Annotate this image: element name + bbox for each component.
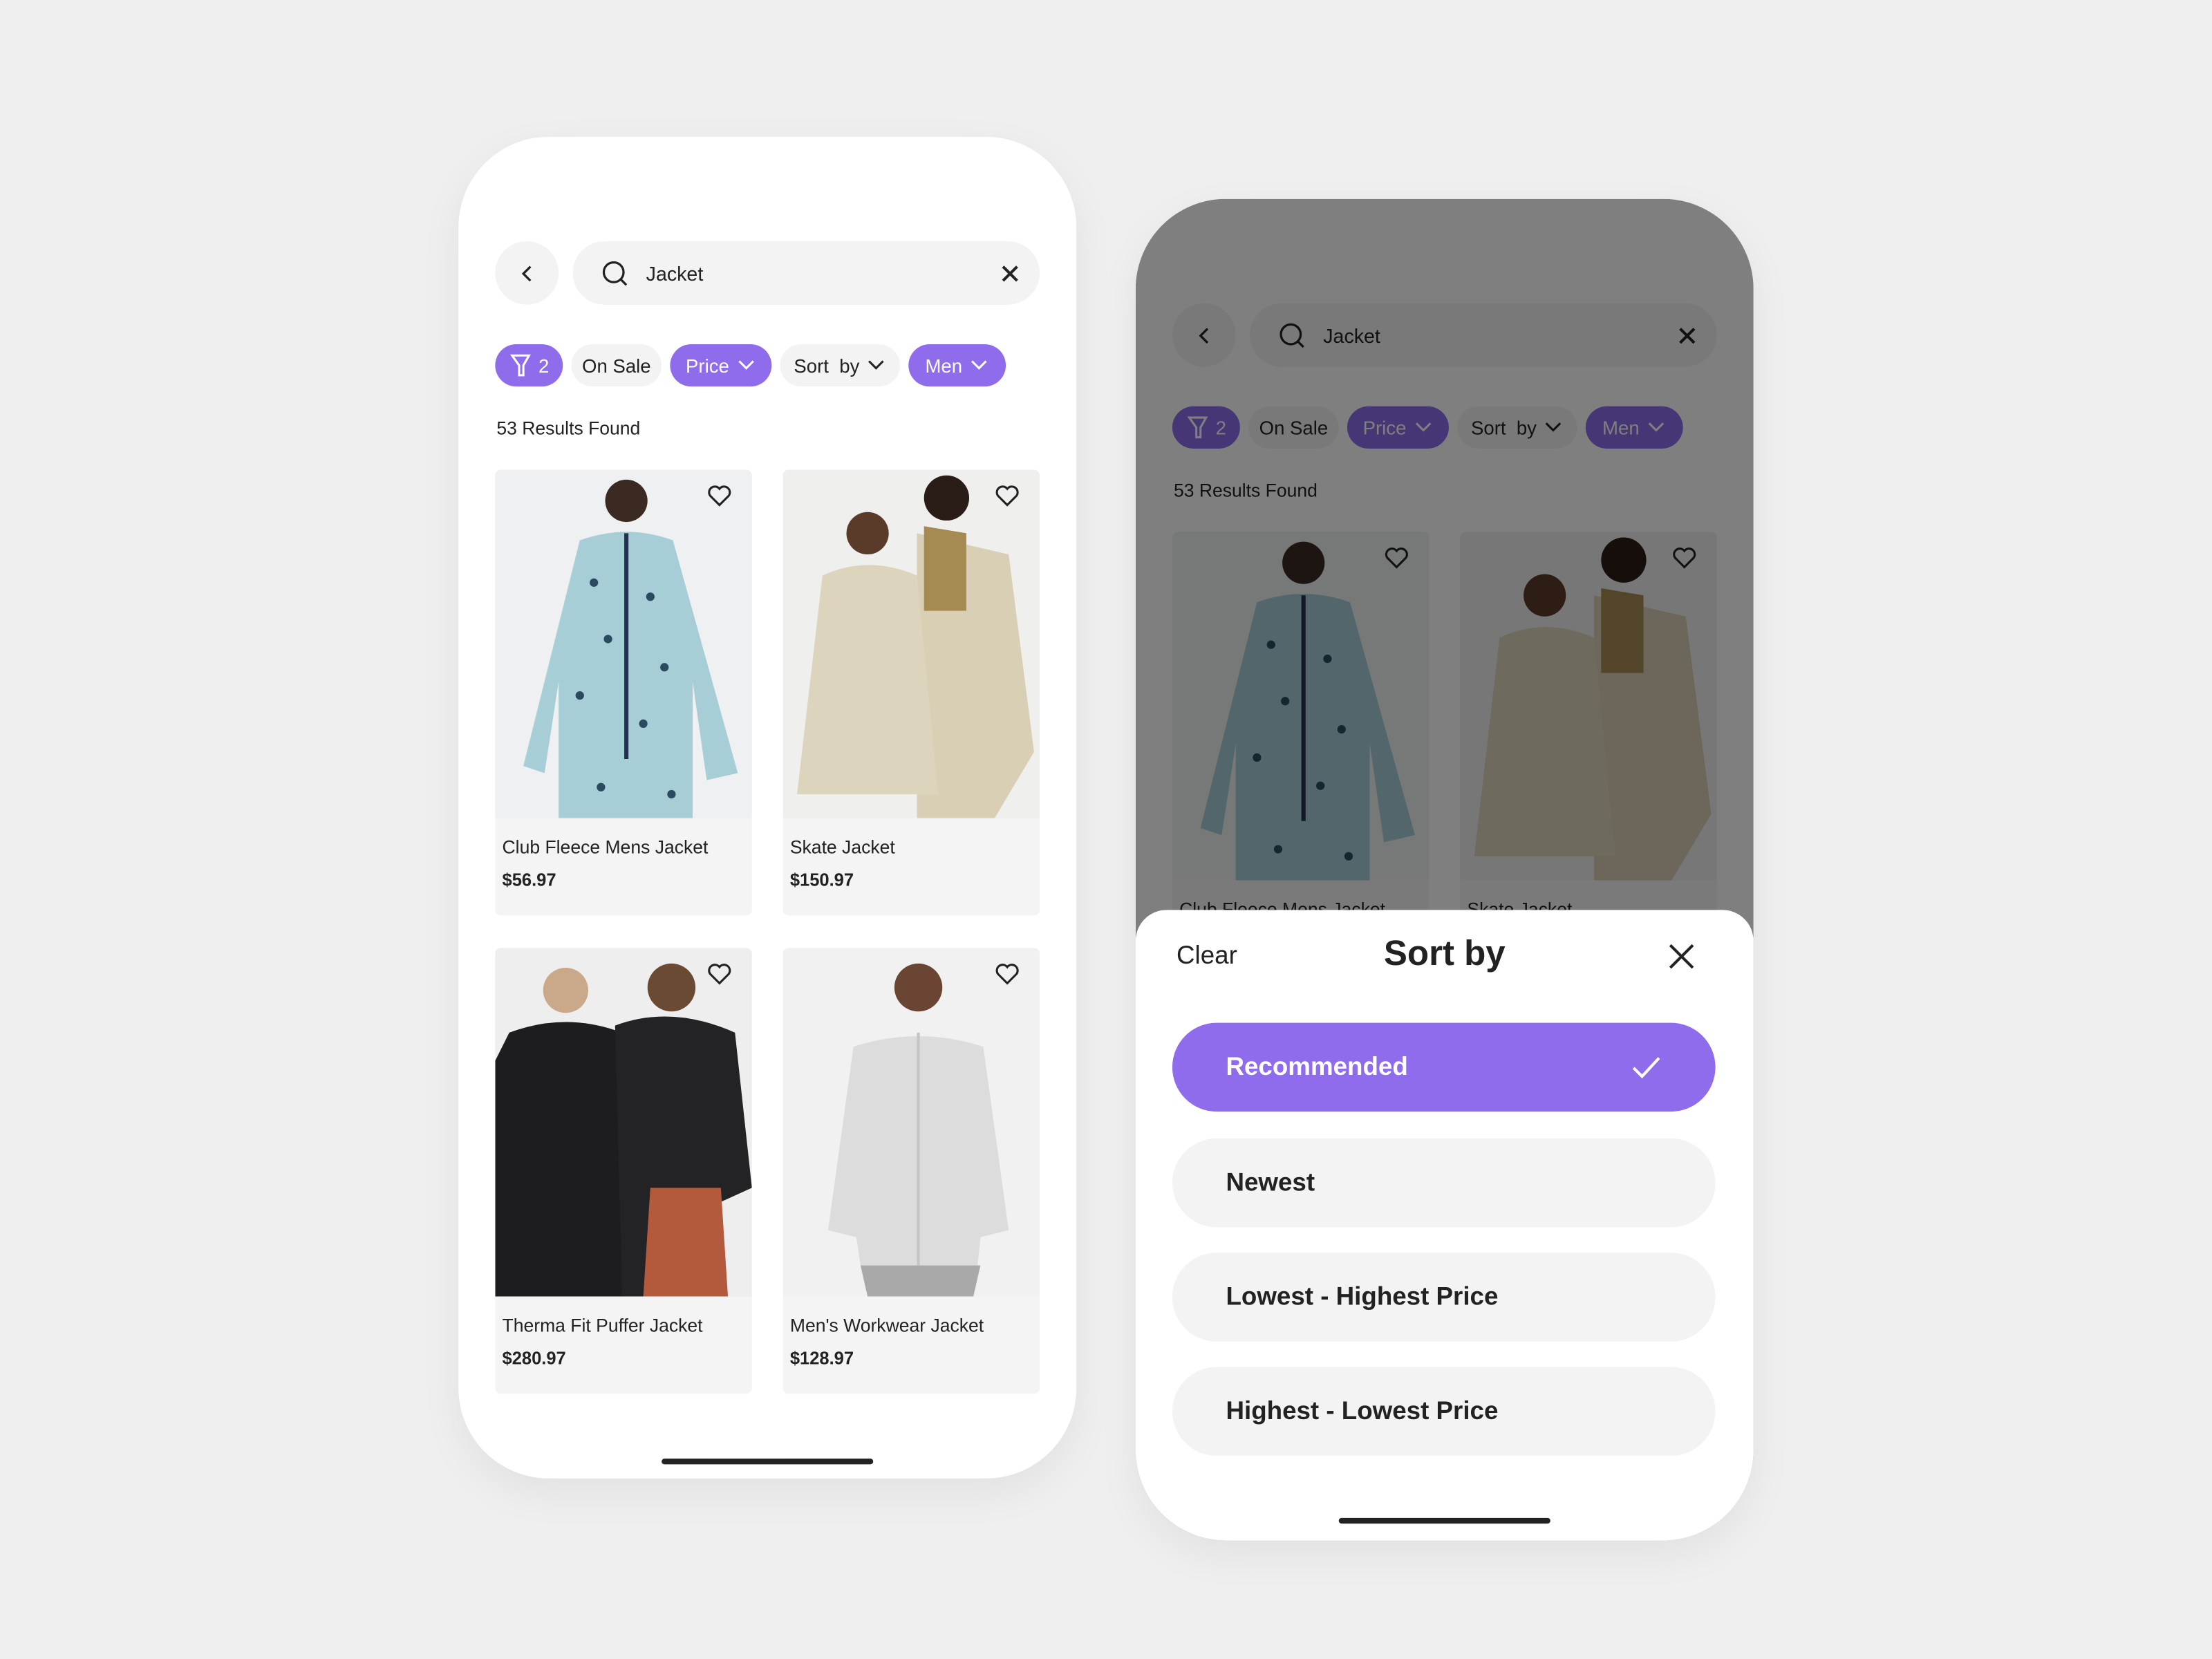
clear-search-icon[interactable] <box>1000 263 1020 283</box>
product-image <box>782 948 1040 1297</box>
product-image <box>495 948 752 1297</box>
option-label: Newest <box>1226 1168 1315 1197</box>
home-indicator <box>1338 1517 1550 1524</box>
chevron-down-icon <box>868 360 885 370</box>
close-icon[interactable] <box>1667 942 1696 971</box>
sort-option-lowest-highest[interactable]: Lowest - Highest Price <box>1172 1253 1716 1342</box>
sort-option-newest[interactable]: Newest <box>1172 1138 1716 1228</box>
product-price: $128.97 <box>789 1349 854 1369</box>
sort-option-recommended[interactable]: Recommended <box>1172 1022 1716 1112</box>
product-name: Therma Fit Puffer Jacket <box>502 1315 703 1336</box>
men-chip[interactable]: Men <box>908 344 1006 387</box>
on-sale-chip[interactable]: On Sale <box>571 344 662 387</box>
back-button[interactable] <box>495 241 559 305</box>
phone-search-results: Jacket 2 On Sale Price Sort by Men 53 Re… <box>458 136 1077 1479</box>
product-card[interactable]: Club Fleece Mens Jacket $56.97 <box>495 469 752 916</box>
men-label: Men <box>925 355 963 376</box>
product-image <box>782 469 1040 818</box>
search-bar[interactable]: Jacket <box>572 241 1040 305</box>
search-input[interactable]: Jacket <box>646 262 1000 285</box>
option-label: Highest - Lowest Price <box>1226 1396 1499 1425</box>
chevron-down-icon <box>738 360 754 370</box>
product-card[interactable]: Skate Jacket $150.97 <box>782 469 1040 916</box>
sort-by-label: Sort by <box>794 355 860 376</box>
chevron-left-icon <box>521 265 531 281</box>
sheet-title: Sort by <box>1383 934 1506 974</box>
product-card[interactable]: Therma Fit Puffer Jacket $280.97 <box>495 948 752 1394</box>
sort-option-highest-lowest[interactable]: Highest - Lowest Price <box>1172 1367 1716 1456</box>
product-price: $150.97 <box>789 870 854 890</box>
home-indicator <box>662 1459 874 1465</box>
product-image <box>495 469 752 818</box>
option-label: Recommended <box>1226 1052 1408 1081</box>
heart-icon[interactable] <box>706 962 732 986</box>
check-icon <box>1632 1056 1660 1078</box>
filter-icon <box>509 354 531 377</box>
results-count: 53 Results Found <box>496 418 641 439</box>
heart-icon[interactable] <box>706 484 732 508</box>
heart-icon[interactable] <box>995 484 1020 508</box>
price-label: Price <box>686 355 729 376</box>
price-chip[interactable]: Price <box>670 344 772 387</box>
on-sale-label: On Sale <box>582 355 651 376</box>
product-name: Men's Workwear Jacket <box>789 1315 984 1336</box>
product-price: $56.97 <box>502 870 556 890</box>
phone-sort-sheet: Jacket 2 On SalePriceSort byMen53 Result… <box>1135 198 1754 1541</box>
sort-by-chip[interactable]: Sort by <box>780 344 901 387</box>
product-name: Club Fleece Mens Jacket <box>502 836 709 858</box>
product-price: $280.97 <box>502 1349 566 1369</box>
option-label: Lowest - Highest Price <box>1226 1282 1499 1311</box>
heart-icon[interactable] <box>995 962 1020 986</box>
chevron-down-icon <box>971 360 987 370</box>
search-icon <box>602 260 628 285</box>
product-name: Skate Jacket <box>789 836 895 858</box>
filter-count: 2 <box>538 355 550 376</box>
sort-bottom-sheet: Clear Sort by Recommended Newest Lowest … <box>1135 910 1754 1541</box>
product-card[interactable]: Men's Workwear Jacket $128.97 <box>782 948 1040 1394</box>
filter-chip[interactable]: 2 <box>495 344 563 387</box>
